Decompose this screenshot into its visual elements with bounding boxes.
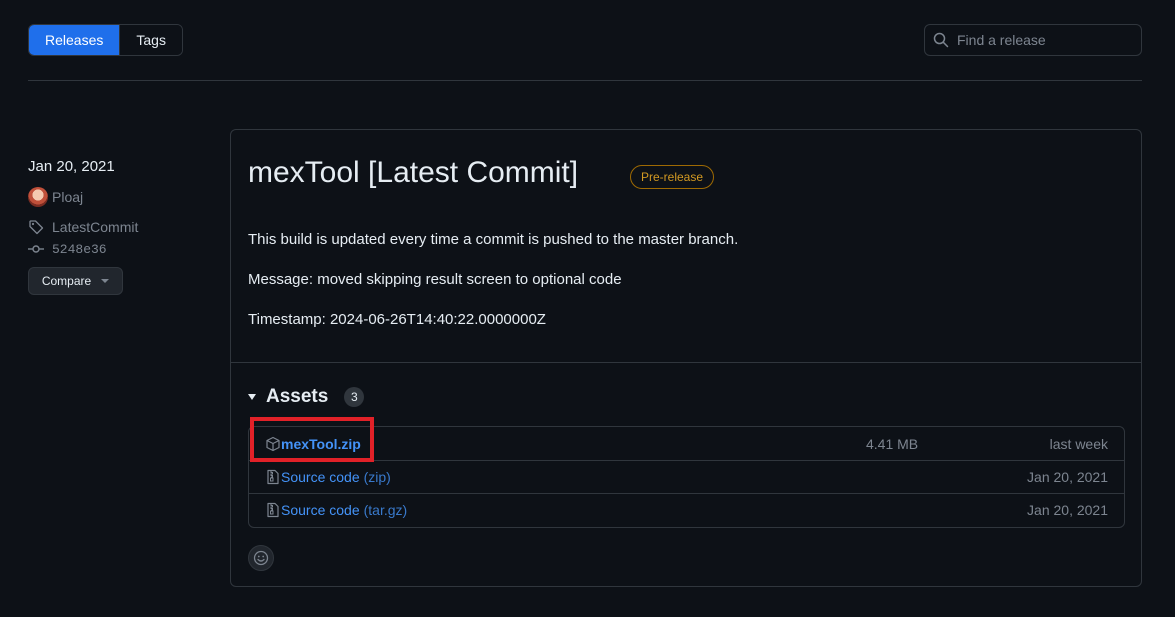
commit-sha[interactable]: 5248e36 xyxy=(52,242,107,257)
add-reaction-button[interactable] xyxy=(248,545,274,571)
asset-size: 4.41 MB xyxy=(866,435,919,452)
tag-name[interactable]: LatestCommit xyxy=(52,219,138,235)
commit-icon xyxy=(28,245,44,253)
header-divider xyxy=(28,80,1142,81)
file-zip-icon xyxy=(267,502,279,518)
release-search[interactable] xyxy=(924,24,1142,56)
card-divider xyxy=(231,362,1141,363)
release-message-line: Message: moved skipping result screen to… xyxy=(248,271,622,288)
release-timestamp-line: Timestamp: 2024-06-26T14:40:22.0000000Z xyxy=(248,311,546,328)
asset-name[interactable]: Source code xyxy=(281,469,360,485)
chevron-down-icon xyxy=(101,279,110,283)
asset-date: Jan 20, 2021 xyxy=(1027,469,1108,485)
tab-releases[interactable]: Releases xyxy=(29,25,120,55)
highlight-box xyxy=(250,417,374,462)
asset-suffix[interactable]: (zip) xyxy=(364,469,391,485)
search-icon xyxy=(933,32,949,48)
asset-link-source-zip[interactable]: Source code (zip) xyxy=(281,469,391,485)
release-commit[interactable]: 5248e36 xyxy=(28,241,107,257)
avatar[interactable] xyxy=(28,187,48,207)
asset-link-source-targz[interactable]: Source code (tar.gz) xyxy=(281,502,407,518)
asset-row: Source code (zip) Jan 20, 2021 xyxy=(249,460,1124,493)
prerelease-badge: Pre-release xyxy=(630,165,715,189)
release-author[interactable]: Ploaj xyxy=(28,187,83,207)
release-description-line: This build is updated every time a commi… xyxy=(248,231,739,248)
triangle-down-icon xyxy=(248,394,256,400)
release-title[interactable]: mexTool [Latest Commit] xyxy=(248,156,578,190)
file-zip-icon xyxy=(267,469,279,485)
release-tabs: Releases Tags xyxy=(28,24,183,56)
asset-row: Source code (tar.gz) Jan 20, 2021 xyxy=(249,493,1124,526)
asset-row: mexTool.zip 4.41 MB last week xyxy=(249,427,1124,460)
assets-list: mexTool.zip 4.41 MB last week Source cod… xyxy=(248,426,1125,528)
release-tag[interactable]: LatestCommit xyxy=(28,219,138,235)
release-card: mexTool [Latest Commit] Pre-release This… xyxy=(230,129,1142,587)
compare-button[interactable]: Compare xyxy=(28,267,123,295)
search-input[interactable] xyxy=(957,32,1137,48)
tag-icon xyxy=(29,220,44,235)
author-name[interactable]: Ploaj xyxy=(52,189,83,205)
compare-label: Compare xyxy=(41,274,92,288)
assets-toggle[interactable]: Assets 3 xyxy=(248,386,365,408)
asset-name[interactable]: Source code xyxy=(281,502,360,518)
asset-date: Jan 20, 2021 xyxy=(1027,502,1108,518)
release-date: Jan 20, 2021 xyxy=(28,158,115,175)
asset-date: last week xyxy=(1049,435,1108,452)
asset-suffix[interactable]: (tar.gz) xyxy=(364,502,408,518)
tab-tags[interactable]: Tags xyxy=(119,25,182,55)
assets-count-badge: 3 xyxy=(344,387,365,407)
smiley-icon xyxy=(253,550,269,566)
assets-heading: Assets xyxy=(266,386,329,407)
